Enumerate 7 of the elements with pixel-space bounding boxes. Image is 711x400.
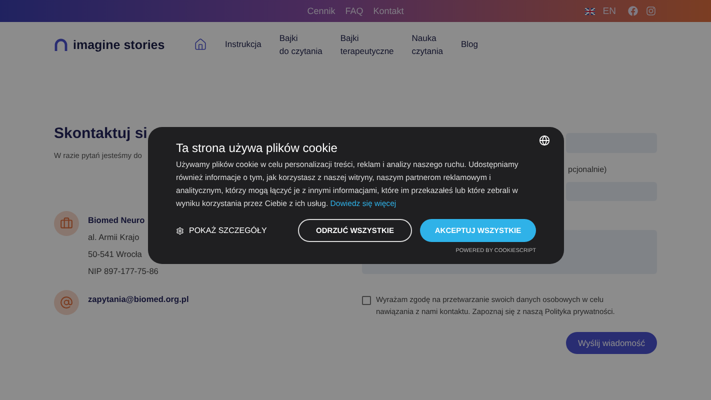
page-title: Skontaktuj si xyxy=(54,125,148,142)
address-line: al. Armii Krajo xyxy=(88,232,140,242)
address-line: 50-541 Wrocła xyxy=(88,249,143,259)
dialog-title: Ta strona używa plików cookie xyxy=(176,141,338,155)
address-line: NIP 897-177-75-86 xyxy=(88,266,158,276)
company-name: Biomed Neuro xyxy=(88,215,146,225)
field-label: pcjonalnie) xyxy=(568,165,607,174)
